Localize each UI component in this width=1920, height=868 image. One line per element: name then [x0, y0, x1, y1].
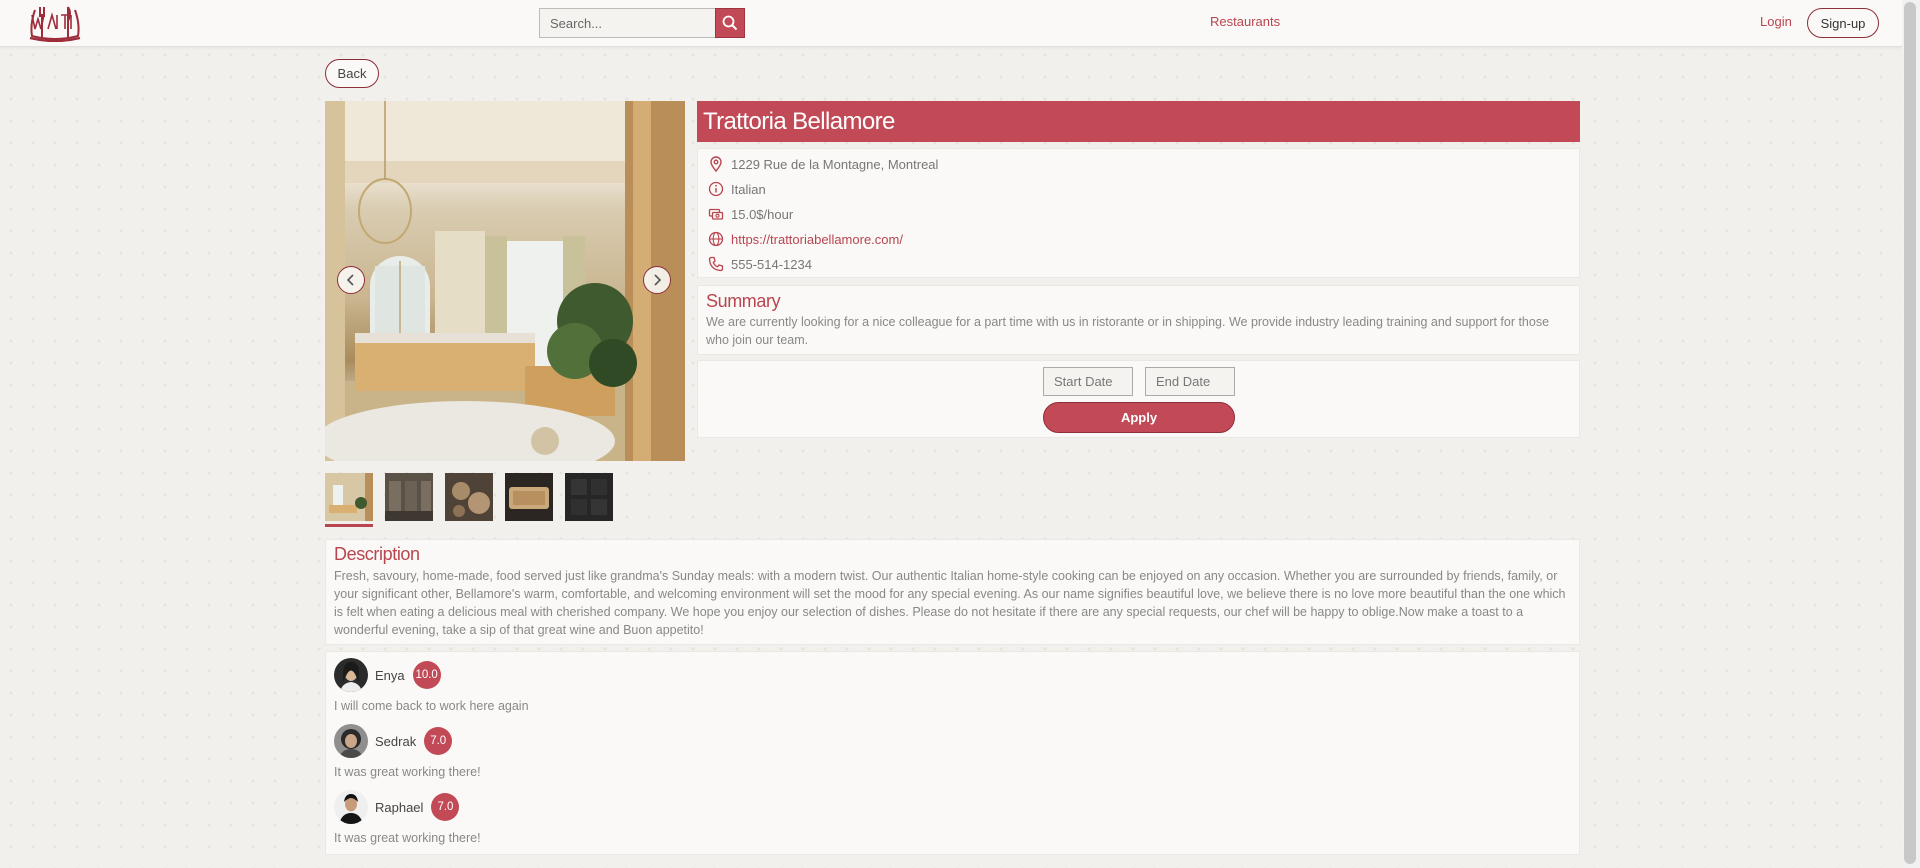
back-button[interactable]: Back: [325, 59, 379, 88]
chevron-right-icon: [654, 274, 662, 286]
info-icon: [708, 181, 724, 197]
thumbnail-2[interactable]: [385, 473, 433, 521]
avatar: [334, 724, 368, 758]
money-icon: [708, 208, 724, 220]
summary-title: Summary: [706, 291, 781, 311]
rating-badge: 10.0: [412, 661, 441, 689]
login-link[interactable]: Login: [1760, 14, 1792, 29]
restaurants-link[interactable]: Restaurants: [1210, 14, 1280, 29]
signup-button[interactable]: Sign-up: [1807, 8, 1879, 38]
description-title: Description: [334, 544, 420, 564]
restaurant-photo: [325, 101, 685, 461]
address-row: 1229 Rue de la Montagne, Montreal: [708, 154, 938, 174]
waitist-logo[interactable]: [26, 4, 84, 43]
reviews-panel: Enya 10.0 I will come back to work here …: [325, 651, 1580, 855]
review-text: I will come back to work here again: [334, 699, 529, 713]
summary-text: We are currently looking for a nice coll…: [706, 315, 1550, 347]
description-text: Fresh, savoury, home-made, food served j…: [334, 569, 1566, 637]
search-button[interactable]: [715, 8, 745, 38]
chevron-left-icon: [346, 274, 354, 286]
thumbnail-5[interactable]: [565, 473, 613, 521]
rate-text: 15.0$/hour: [731, 206, 794, 222]
review-header: Raphael 7.0: [334, 790, 460, 824]
avatar: [334, 658, 368, 692]
address-text: 1229 Rue de la Montagne, Montreal: [731, 156, 939, 172]
thumbnail-4[interactable]: [505, 473, 553, 521]
review-text: It was great working there!: [334, 831, 481, 845]
apply-panel: Apply: [697, 360, 1580, 438]
phone-icon: [708, 256, 724, 272]
cuisine-text: Italian: [731, 181, 766, 197]
carousel-next-button[interactable]: [643, 266, 671, 294]
top-navbar: Restaurants Login Sign-up: [0, 0, 1902, 47]
search-icon: [722, 15, 738, 31]
rating-badge: 7.0: [424, 727, 453, 755]
cuisine-row: Italian: [708, 179, 766, 199]
apply-button[interactable]: Apply: [1043, 402, 1235, 433]
rate-row: 15.0$/hour: [708, 204, 793, 224]
search-input[interactable]: [539, 8, 715, 38]
phone-row: 555-514-1234: [708, 254, 812, 274]
description-panel: Description Fresh, savoury, home-made, f…: [325, 539, 1580, 645]
avatar: [334, 790, 368, 824]
website-row: https://trattoriabellamore.com/: [708, 229, 903, 249]
map-pin-icon: [710, 156, 722, 172]
review-header: Sedrak 7.0: [334, 724, 453, 758]
restaurant-info-panel: 1229 Rue de la Montagne, Montreal Italia…: [697, 148, 1580, 278]
photo-thumbnails: [325, 473, 613, 527]
end-date-input[interactable]: [1145, 367, 1235, 396]
restaurant-name: Trattoria Bellamore: [697, 101, 1580, 142]
page-scrollbar-thumb[interactable]: [1904, 2, 1916, 864]
reviewer-name: Sedrak: [375, 733, 417, 749]
rating-badge: 7.0: [431, 793, 460, 821]
globe-icon: [708, 231, 724, 247]
search-bar: [539, 8, 745, 38]
phone-text: 555-514-1234: [731, 256, 812, 272]
review-text: It was great working there!: [334, 765, 481, 779]
reviewer-name: Raphael: [375, 799, 424, 815]
review-header: Enya 10.0: [334, 658, 441, 692]
summary-panel: Summary We are currently looking for a n…: [697, 285, 1580, 355]
thumbnail-1[interactable]: [325, 473, 373, 527]
thumbnail-3[interactable]: [445, 473, 493, 521]
reviewer-name: Enya: [375, 667, 405, 683]
website-link[interactable]: https://trattoriabellamore.com/: [731, 232, 903, 247]
start-date-input[interactable]: [1043, 367, 1133, 396]
carousel-prev-button[interactable]: [337, 266, 365, 294]
